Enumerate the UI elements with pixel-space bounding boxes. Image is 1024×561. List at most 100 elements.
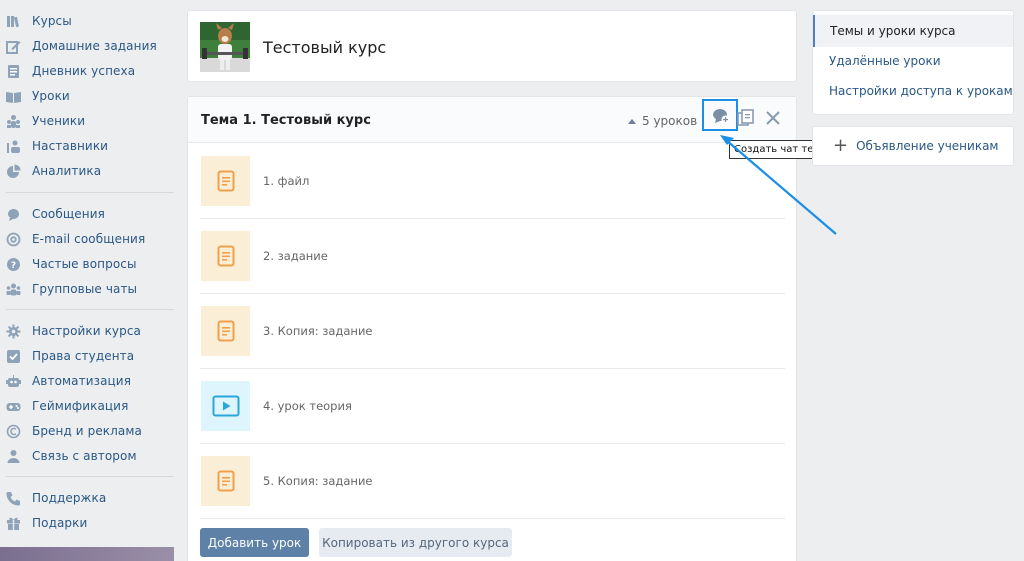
announcement-label: Объявление ученикам <box>856 139 999 153</box>
group-icon <box>6 282 21 297</box>
sidebar-item-label: Бренд и реклама <box>32 424 142 438</box>
svg-text:?: ? <box>11 261 16 271</box>
left-sidebar: Курсы Домашние задания Дневник успеха Ур… <box>0 0 176 561</box>
sidebar-item-label: Поддержка <box>32 491 107 505</box>
lesson-row[interactable]: 2. задание <box>200 219 785 294</box>
pie-chart-icon <box>6 164 21 179</box>
sidebar-item-label: Настройки курса <box>32 324 142 338</box>
sidebar-item-label: Геймификация <box>32 399 129 413</box>
checkbox-icon <box>6 349 21 364</box>
sidebar-item-automation[interactable]: Автоматизация <box>0 370 176 392</box>
sidebar-item-label: Дневник успеха <box>32 64 136 78</box>
sidebar-divider <box>6 476 174 477</box>
robot-icon <box>6 374 21 389</box>
sidebar-item-label: Права студента <box>32 349 135 363</box>
lesson-count-toggle[interactable]: 5 уроков <box>628 114 697 128</box>
sidebar-item-label: E-mail сообщения <box>32 232 146 246</box>
close-icon <box>766 111 780 125</box>
topic-title[interactable]: Тема 1. Тестовый курс <box>201 113 371 128</box>
sidebar-item-support[interactable]: Поддержка <box>0 487 176 509</box>
sidebar-item-label: Уроки <box>32 89 70 103</box>
sidebar-item-label: Частые вопросы <box>32 257 137 271</box>
topic-header: Тема 1. Тестовый курс 5 уроков <box>188 97 796 143</box>
sidebar-divider <box>6 309 174 310</box>
sidebar-item-gamification[interactable]: Геймификация <box>0 395 176 417</box>
sidebar-item-diary[interactable]: Дневник успеха <box>0 60 176 82</box>
document-icon <box>217 170 234 192</box>
sidebar-item-course-settings[interactable]: Настройки курса <box>0 320 176 342</box>
announcement-button[interactable]: + Объявление ученикам <box>812 126 1014 166</box>
document-icon <box>217 245 234 267</box>
lesson-row[interactable]: 1. файл <box>200 144 785 219</box>
lesson-title: 5. Копия: задание <box>263 474 373 488</box>
course-cover-image <box>200 22 250 72</box>
copy-topic-button[interactable] <box>737 109 755 131</box>
sidebar-item-messages[interactable]: Сообщения <box>0 203 176 225</box>
sidebar-item-gifts[interactable]: Подарки <box>0 512 176 534</box>
add-lesson-button[interactable]: Добавить урок <box>200 528 309 557</box>
lesson-row[interactable]: 5. Копия: задание <box>200 444 785 519</box>
sidebar-item-label: Групповые чаты <box>32 282 138 296</box>
menu-item-access-settings[interactable]: Настройки доступа к урокам <box>813 75 1013 107</box>
lesson-row[interactable]: 4. урок теория <box>200 369 785 444</box>
sidebar-item-email[interactable]: E-mail сообщения <box>0 228 176 250</box>
lesson-count-label: 5 уроков <box>642 114 698 128</box>
sidebar-item-mentors[interactable]: Наставники <box>0 135 176 157</box>
course-title: Тестовый курс <box>263 38 387 57</box>
courses-icon <box>6 14 21 29</box>
lesson-title: 3. Копия: задание <box>263 324 373 338</box>
sidebar-item-faq[interactable]: ? Частые вопросы <box>0 253 176 275</box>
sidebar-item-label: Аналитика <box>32 164 102 178</box>
gift-icon <box>6 516 21 531</box>
diary-icon <box>6 64 21 79</box>
delete-topic-button[interactable] <box>765 110 781 130</box>
sidebar-item-label: Наставники <box>32 139 109 153</box>
lesson-thumbnail <box>201 456 250 506</box>
sidebar-item-courses[interactable]: Курсы <box>0 10 176 32</box>
sidebar-item-label: Автоматизация <box>32 374 132 388</box>
lesson-title: 2. задание <box>263 249 328 263</box>
lesson-thumbnail <box>201 156 250 206</box>
sidebar-item-student-rights[interactable]: Права студента <box>0 345 176 367</box>
sidebar-item-group-chats[interactable]: Групповые чаты <box>0 278 176 300</box>
lesson-title: 4. урок теория <box>263 399 352 413</box>
chat-add-icon <box>713 109 730 124</box>
students-icon <box>6 114 21 129</box>
plus-icon: + <box>833 135 849 156</box>
question-icon: ? <box>6 257 21 272</box>
at-icon <box>6 232 21 247</box>
document-icon <box>217 320 234 342</box>
sidebar-item-brand[interactable]: Бренд и реклама <box>0 420 176 442</box>
copy-from-course-button[interactable]: Копировать из другого курса <box>319 528 512 557</box>
phone-icon <box>6 491 21 506</box>
sidebar-item-label: Сообщения <box>32 207 105 221</box>
video-play-icon <box>212 395 239 417</box>
sidebar-item-label: Домашние задания <box>32 39 157 53</box>
sidebar-item-label: Курсы <box>32 14 72 28</box>
lesson-row[interactable]: 3. Копия: задание <box>200 294 785 369</box>
sidebar-item-analytics[interactable]: Аналитика <box>0 160 176 182</box>
mentors-icon <box>6 139 21 154</box>
sidebar-divider <box>6 192 174 193</box>
promo-banner[interactable] <box>0 547 174 561</box>
topic-card: Тема 1. Тестовый курс 5 уроков 1. файл 2… <box>187 96 797 561</box>
create-topic-chat-button[interactable] <box>702 99 738 131</box>
sidebar-item-lessons[interactable]: Уроки <box>0 85 176 107</box>
document-icon <box>217 470 234 492</box>
collapse-triangle-icon <box>628 118 636 124</box>
menu-item-deleted-lessons[interactable]: Удалённые уроки <box>813 45 1013 77</box>
gamepad-icon <box>6 399 21 414</box>
messages-icon <box>6 207 21 222</box>
copy-icon <box>737 109 754 126</box>
sidebar-item-contact-author[interactable]: Связь с автором <box>0 445 176 467</box>
sidebar-item-students[interactable]: Ученики <box>0 110 176 132</box>
course-header: Тестовый курс <box>187 10 797 82</box>
lesson-title: 1. файл <box>263 174 310 188</box>
copyright-icon <box>6 424 21 439</box>
lesson-thumbnail <box>201 306 250 356</box>
person-icon <box>6 449 21 464</box>
course-side-menu: Темы и уроки курса Удалённые уроки Настр… <box>812 10 1014 115</box>
menu-item-topics-lessons[interactable]: Темы и уроки курса <box>813 15 1013 47</box>
sidebar-item-label: Связь с автором <box>32 449 137 463</box>
sidebar-item-homework[interactable]: Домашние задания <box>0 35 176 57</box>
